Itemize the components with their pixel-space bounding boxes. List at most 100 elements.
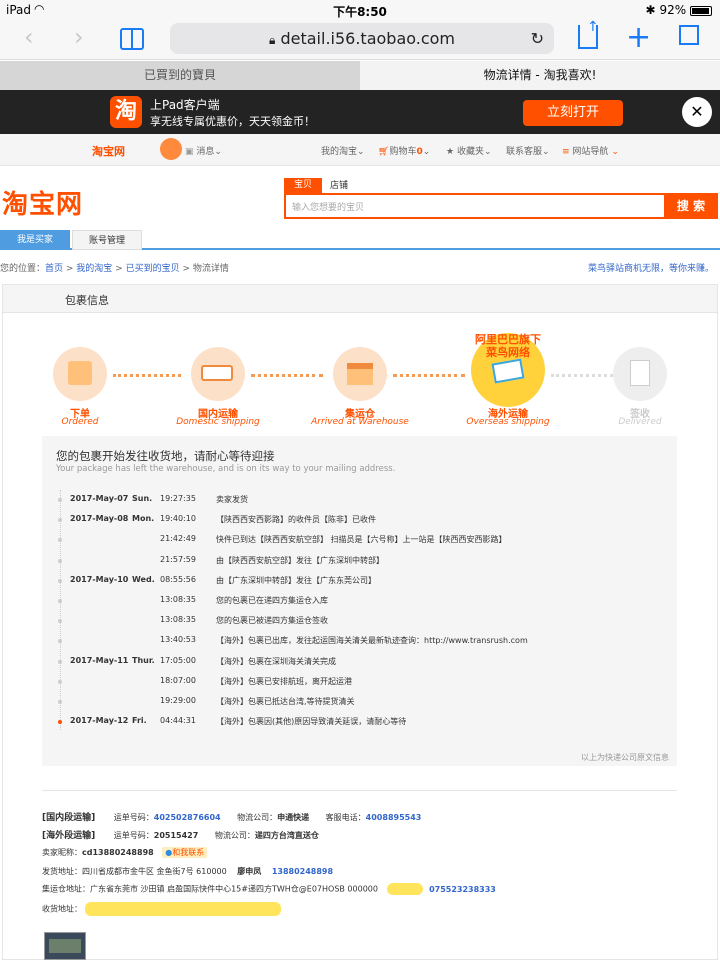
forward-icon[interactable]: › bbox=[74, 23, 84, 51]
progress-dots bbox=[113, 374, 181, 377]
event-time: 19:40:10 bbox=[160, 514, 196, 524]
taobao-logo[interactable]: 淘宝网 bbox=[2, 184, 83, 221]
cainiao-promo-link[interactable]: 菜鸟驿站商机无限，等你来赚。 bbox=[588, 261, 714, 274]
contact-label: 和我联系 bbox=[172, 848, 205, 857]
from-phone[interactable]: 13880248898 bbox=[272, 867, 333, 876]
tab-logistics[interactable]: 物流详情 - 淘我喜欢! bbox=[360, 61, 720, 90]
tracking-events: 2017-May-07 Sun. 19:27:35 卖家发货 2017-May-08 Mo… bbox=[42, 494, 677, 744]
sitemap-link[interactable]: ≡ 网站导航 ⌄ bbox=[562, 144, 619, 157]
timeline-dot bbox=[58, 578, 62, 583]
lock-icon: 🔒︎ bbox=[268, 33, 276, 47]
overseas-shipping-row: [海外段运输] 运单号码：20515427 物流公司：递四方台湾直送仓 bbox=[42, 828, 319, 841]
event-time: 04:44:31 bbox=[160, 716, 196, 726]
tracking-panel: 您的包裹开始发往收货地，请耐心等待迎接 Your package has lef… bbox=[42, 436, 677, 766]
service-link[interactable]: 联系客服⌄ bbox=[506, 144, 550, 157]
tracking-event-row: 2017-May-10 Wed. 08:55:56 由【广东深圳中转部】发往【广东东莞… bbox=[42, 575, 672, 589]
reload-icon[interactable]: ↻ bbox=[531, 23, 544, 54]
back-icon[interactable]: ‹ bbox=[24, 23, 34, 51]
messages-link[interactable]: ▣ 消息⌄ bbox=[185, 144, 222, 157]
search-button[interactable]: 搜 索 bbox=[664, 193, 718, 219]
from-name: 廖申凤 bbox=[237, 867, 262, 876]
share-icon[interactable]: ↑ bbox=[578, 19, 599, 49]
event-description: 【海外】包裹在深圳海关清关完成 bbox=[216, 656, 336, 666]
event-time: 21:57:59 bbox=[160, 554, 196, 564]
event-time: 17:05:00 bbox=[160, 655, 196, 665]
close-banner-button[interactable]: ✕ bbox=[682, 97, 712, 127]
tab-bought-items[interactable]: 已買到的寶貝 bbox=[0, 61, 360, 90]
divider bbox=[42, 790, 677, 791]
address-bar[interactable]: 🔒︎ detail.i56.taobao.com ↻ bbox=[170, 23, 554, 54]
from-label: 发货地址： bbox=[42, 867, 82, 876]
tracking-event-row: 2017-May-08 Mon. 19:40:10 【陕西西安西影路】的收件员【陈非】… bbox=[42, 514, 672, 528]
tab-account-settings[interactable]: 账号管理 bbox=[72, 230, 142, 250]
package-title: 包裹信息 bbox=[65, 294, 109, 307]
messages-label: 消息 bbox=[196, 147, 215, 157]
avatar[interactable] bbox=[160, 138, 182, 160]
product-thumbnail[interactable] bbox=[44, 932, 86, 960]
service-label: 联系客服 bbox=[506, 147, 543, 157]
open-app-button[interactable]: 立刻打开 bbox=[523, 100, 623, 126]
ordered-icon bbox=[53, 347, 107, 401]
search-tab-shops[interactable]: 店铺 bbox=[330, 178, 348, 191]
step-delivered-en: Delivered bbox=[618, 417, 662, 427]
breadcrumb-home[interactable]: 首页 bbox=[45, 264, 63, 274]
step-domestic-en: Domestic shipping bbox=[176, 417, 260, 427]
site-brand[interactable]: 淘宝网 bbox=[92, 143, 125, 159]
warehouse-icon bbox=[333, 347, 387, 401]
event-date: 2017-May-12 bbox=[70, 716, 129, 726]
tracking-event-row: 18:07:00 【海外】包裹已安排航班，离开起运港 bbox=[42, 676, 672, 690]
event-date: 2017-May-10 bbox=[70, 574, 129, 584]
event-time: 18:07:00 bbox=[160, 675, 196, 685]
tracking-event-row: 21:57:59 由【陕西西安航空部】发往【广东深圳中转部】 bbox=[42, 555, 672, 569]
cainiao-badge: 阿里巴巴旗下 菜鸟网络 bbox=[475, 333, 541, 359]
waybill-label: 运单号码： bbox=[113, 831, 154, 840]
delivered-icon bbox=[613, 347, 667, 401]
search-tab-items[interactable]: 宝贝 bbox=[284, 178, 322, 193]
warehouse-address-row: 集运仓地址：广东省东莞市 沙田镇 启盈国际快件中心15#递四方TWH仓@E07H… bbox=[42, 883, 496, 895]
progress-dots bbox=[393, 374, 465, 377]
to-label: 收货地址： bbox=[42, 904, 82, 914]
seller-nick: cd13880248898 bbox=[82, 848, 154, 857]
tab-buyer[interactable]: 我是买家 bbox=[0, 230, 70, 250]
warehouse-phone[interactable]: 075523238333 bbox=[429, 885, 496, 894]
overseas-label: [海外段运输] bbox=[42, 831, 96, 841]
company-label: 物流公司： bbox=[214, 831, 255, 840]
tracking-event-row: 21:42:49 快件已到达【陕西西安航空部】 扫描员是【六号称】上一站是【陕西西… bbox=[42, 534, 672, 548]
bookmarks-icon[interactable] bbox=[120, 28, 144, 50]
step-ordered-en: Ordered bbox=[61, 417, 99, 427]
search-input[interactable]: 输入您想要的宝贝 bbox=[284, 193, 718, 219]
clock: 下午8:50 bbox=[333, 5, 387, 19]
timeline-dot bbox=[58, 659, 62, 664]
browser-toolbar: ‹ › 🔒︎ detail.i56.taobao.com ↻ ↑ + bbox=[0, 19, 720, 60]
my-taobao-label: 我的淘宝 bbox=[321, 147, 358, 157]
breadcrumb-my-taobao[interactable]: 我的淘宝 bbox=[76, 264, 112, 274]
new-tab-icon[interactable]: + bbox=[626, 20, 651, 55]
contact-seller-button[interactable]: ●和我联系 bbox=[162, 847, 208, 858]
event-time: 19:27:35 bbox=[160, 494, 196, 503]
cart-link[interactable]: 🛒︎购物车0⌄ bbox=[378, 144, 430, 157]
cart-icon: 🛒︎ bbox=[378, 147, 390, 157]
favorites-label: 收藏夹 bbox=[456, 147, 484, 157]
event-date: 2017-May-07 bbox=[70, 494, 129, 503]
phone-label: 客服电话： bbox=[325, 813, 366, 822]
breadcrumb-bought[interactable]: 已买到的宝贝 bbox=[126, 264, 180, 274]
tabs-overview-icon[interactable] bbox=[679, 25, 699, 45]
timeline-dot bbox=[58, 720, 62, 725]
timeline-dot bbox=[58, 639, 62, 644]
domestic-phone[interactable]: 4008895543 bbox=[366, 813, 422, 822]
banner-line1: 上Pad客户端 bbox=[150, 98, 220, 112]
timeline-dot bbox=[58, 498, 62, 502]
domestic-waybill[interactable]: 402502876604 bbox=[154, 813, 221, 822]
status-bar: iPad ◠ 下午8:50 ✱ 92% bbox=[0, 0, 720, 20]
favorites-link[interactable]: ★ 收藏夹⌄ bbox=[446, 144, 492, 157]
site-nav: 淘宝网 ▣ 消息⌄ 我的淘宝⌄ 🛒︎购物车0⌄ ★ 收藏夹⌄ 联系客服⌄ ≡ 网… bbox=[0, 134, 720, 166]
event-date: 2017-May-08 bbox=[70, 514, 129, 524]
seller-row: 卖家昵称：cd13880248898 ●和我联系 bbox=[42, 847, 208, 858]
bluetooth-icon: ✱ bbox=[645, 3, 656, 17]
event-description: 【海外】包裹已出库，发往起运国海关清关最新轨迹查询：http://www.tra… bbox=[216, 636, 528, 646]
redacted-address bbox=[84, 902, 281, 916]
my-taobao-link[interactable]: 我的淘宝⌄ bbox=[321, 144, 365, 157]
tracking-footer: 以上为快递公司原文信息 bbox=[581, 753, 669, 762]
tracking-event-row: 2017-May-07 Sun. 19:27:35 卖家发货 bbox=[42, 494, 672, 508]
event-description: 【海外】包裹已抵达台湾,等待提货清关 bbox=[216, 697, 355, 706]
